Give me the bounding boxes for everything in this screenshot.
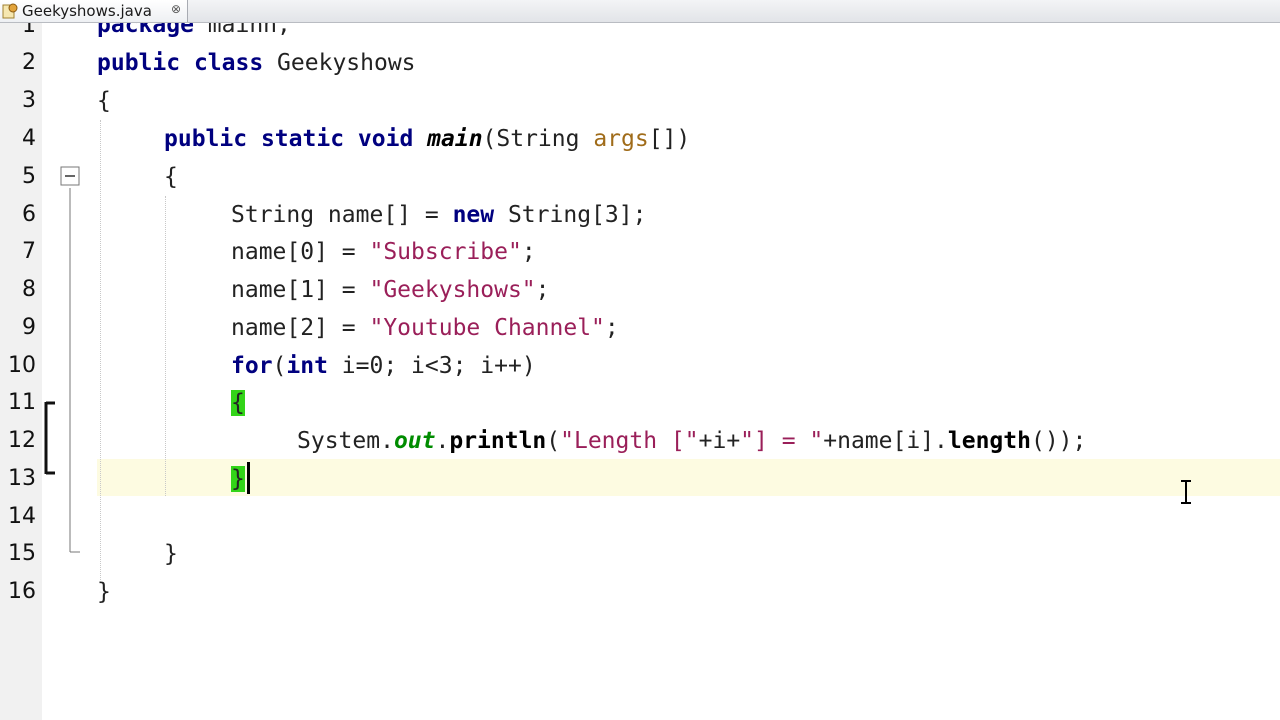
- code-line-2[interactable]: public class Geekyshows: [97, 44, 416, 82]
- matching-brace-open: {: [231, 390, 245, 416]
- matching-brace-close: }: [231, 466, 245, 492]
- line-number: 13: [8, 466, 36, 491]
- close-icon[interactable]: ⊗: [171, 2, 181, 16]
- code-line-16[interactable]: }: [97, 573, 111, 611]
- line-number: 8: [22, 277, 36, 302]
- code-line-5[interactable]: {: [164, 158, 178, 196]
- code-line-15[interactable]: }: [164, 535, 178, 573]
- code-line-4[interactable]: public static void main(String args[]): [164, 120, 690, 158]
- text-cursor-icon: [1181, 480, 1191, 504]
- line-number: 16: [8, 579, 36, 604]
- tab-geekyshows-java[interactable]: Geekyshows.java ⊗: [0, 0, 188, 22]
- line-number: 12: [8, 428, 36, 453]
- code-line-8[interactable]: name[1] = "Geekyshows";: [231, 271, 550, 309]
- code-line-11[interactable]: {: [231, 384, 245, 422]
- code-line-6[interactable]: String name[] = new String[3];: [231, 196, 646, 234]
- indent-guide: [165, 196, 166, 496]
- line-number: 10: [8, 353, 36, 378]
- line-number: 14: [8, 504, 36, 529]
- current-line-highlight: [97, 459, 1280, 496]
- line-number: 9: [22, 315, 36, 340]
- code-line-12[interactable]: System.out.println("Length ["+i+"] = "+n…: [297, 422, 1086, 460]
- editor-tab-bar: Geekyshows.java ⊗: [0, 0, 1280, 23]
- tab-label: Geekyshows.java: [22, 2, 152, 20]
- line-number: 5: [22, 164, 36, 189]
- line-number: 6: [22, 202, 36, 227]
- line-number: 4: [22, 126, 36, 151]
- line-number: 15: [8, 541, 36, 566]
- code-line-13[interactable]: }: [231, 460, 245, 498]
- text-caret: [247, 462, 250, 494]
- line-number: 2: [22, 50, 36, 75]
- code-line-9[interactable]: name[2] = "Youtube Channel";: [231, 309, 619, 347]
- fold-guides: [44, 188, 80, 553]
- code-line-7[interactable]: name[0] = "Subscribe";: [231, 233, 536, 271]
- line-number: 7: [22, 239, 36, 264]
- java-file-icon: [2, 3, 18, 19]
- line-number: 3: [22, 88, 36, 113]
- line-number: 11: [8, 390, 36, 415]
- code-line-10[interactable]: for(int i=0; i<3; i++): [231, 347, 536, 385]
- indent-guide: [100, 120, 101, 580]
- code-line-3[interactable]: {: [97, 82, 111, 120]
